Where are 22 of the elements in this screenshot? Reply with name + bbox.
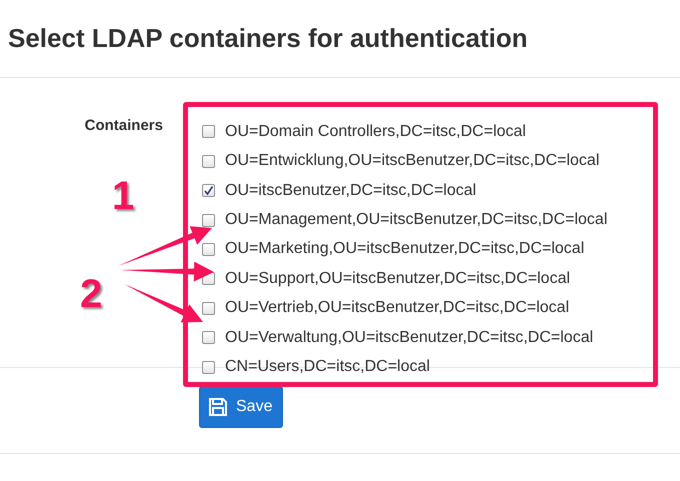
checkbox[interactable] [202, 214, 215, 227]
container-label: OU=Entwicklung,OU=itscBenutzer,DC=itsc,DC=local [225, 152, 600, 170]
checkbox[interactable] [202, 360, 215, 374]
annotation-number: 1 [112, 176, 134, 216]
container-label: OU=Marketing,OU=itscBenutzer,DC=itsc,DC=local [225, 240, 584, 258]
checkbox[interactable] [202, 125, 215, 138]
page-title: Select LDAP containers for authentication [8, 23, 528, 54]
checkbox[interactable] [202, 331, 215, 344]
annotation-number: 2 [80, 274, 102, 314]
container-label: OU=Management,OU=itscBenutzer,DC=itsc,DC=local [225, 211, 608, 230]
save-button[interactable]: Save [199, 386, 284, 428]
checkbox[interactable] [202, 242, 215, 256]
field-label: Containers [84, 117, 163, 134]
container-label: CN=Users,DC=itsc,DC=local [225, 358, 430, 376]
container-label: OU=Domain Controllers,DC=itsc,DC=local [225, 122, 526, 141]
checkbox[interactable] [202, 154, 215, 168]
container-label: OU=Support,OU=itscBenutzer,DC=itsc,DC=local [225, 270, 570, 288]
checkbox[interactable] [202, 302, 215, 315]
container-label: OU=itscBenutzer,DC=itsc,DC=local [225, 182, 476, 200]
container-label: OU=Vertrieb,OU=itscBenutzer,DC=itsc,DC=local [225, 299, 570, 318]
container-label: OU=Verwaltung,OU=itscBenutzer,DC=itsc,DC=local [225, 328, 594, 347]
checkbox[interactable] [202, 184, 215, 198]
